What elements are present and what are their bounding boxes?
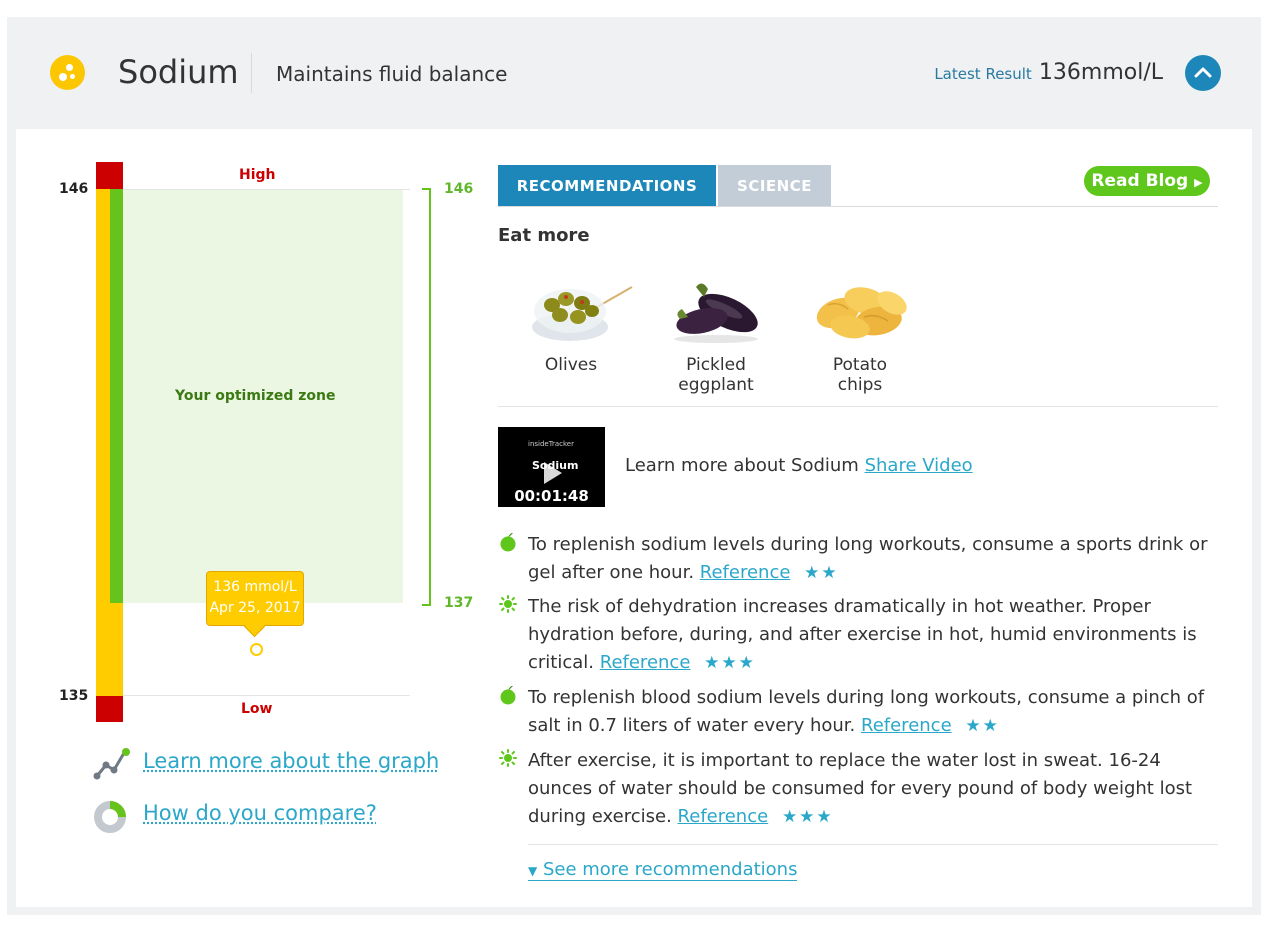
video-text: Learn more about Sodium xyxy=(625,455,859,476)
zone-label: Your optimized zone xyxy=(175,388,336,404)
reference-link[interactable]: Reference xyxy=(600,652,691,673)
eat-more-heading: Eat more xyxy=(498,225,590,246)
collapse-button[interactable] xyxy=(1185,55,1221,91)
reference-link[interactable]: Reference xyxy=(700,562,791,583)
reference-link[interactable]: Reference xyxy=(861,715,952,736)
latest-result-value: 136mmol/L xyxy=(1038,60,1163,85)
zone-upper-value: 146 xyxy=(444,181,474,197)
food-label: Pickled eggplant xyxy=(678,355,754,395)
recommendation-item: To replenish blood sodium levels during … xyxy=(528,684,1220,740)
read-blog-button[interactable]: Read Blog ▶ xyxy=(1084,166,1210,196)
compare-link[interactable]: How do you compare? xyxy=(143,801,377,825)
result-marker[interactable] xyxy=(250,643,263,656)
biomarker-title: Sodium xyxy=(118,53,239,91)
see-more-label: See more recommendations xyxy=(542,859,798,880)
latest-result: Latest Result 136mmol/L xyxy=(934,60,1163,85)
optimized-range-bar xyxy=(110,189,123,603)
food-item-potato-chips: Potato chips xyxy=(808,275,912,395)
see-more-recommendations[interactable]: ▼ See more recommendations xyxy=(528,859,798,881)
axis-max: 146 xyxy=(59,181,89,197)
potato-chips-image xyxy=(816,287,907,339)
apple-icon xyxy=(500,685,516,705)
low-range-bar xyxy=(96,696,123,722)
recommendations-divider xyxy=(528,844,1218,845)
tabs-divider xyxy=(498,206,1218,207)
read-blog-label: Read Blog xyxy=(1091,171,1189,191)
share-video-link[interactable]: Share Video xyxy=(865,455,973,476)
axis-min: 135 xyxy=(59,688,89,704)
play-icon xyxy=(544,462,562,484)
sun-icon xyxy=(499,749,517,767)
food-label: Olives xyxy=(544,355,598,375)
header-divider xyxy=(251,53,252,93)
rating-stars: ★★★ xyxy=(704,653,756,673)
food-item-olives: Olives xyxy=(530,275,633,375)
low-label: Low xyxy=(241,701,273,717)
video-description: Learn more about Sodium Share Video xyxy=(625,455,973,476)
video-thumbnail[interactable]: insideTracker Sodium 00:01:48 xyxy=(498,427,605,507)
rating-stars: ★★★ xyxy=(781,807,834,827)
triangle-down-icon: ▼ xyxy=(528,864,538,878)
sun-icon xyxy=(499,595,517,613)
high-range-bar xyxy=(96,162,123,189)
olives-image xyxy=(532,286,633,341)
zone-lower-value: 137 xyxy=(444,595,474,611)
zone-bracket xyxy=(422,188,431,606)
biomarker-header[interactable]: Sodium Maintains fluid balance Latest Re… xyxy=(7,17,1261,129)
reference-link[interactable]: Reference xyxy=(678,806,769,827)
eggplant-image xyxy=(674,283,758,343)
sodium-icon xyxy=(50,55,85,90)
recommendation-item: The risk of dehydration increases dramat… xyxy=(528,593,1220,677)
biomarker-subtitle: Maintains fluid balance xyxy=(276,62,508,86)
play-arrow-icon: ▶ xyxy=(1194,176,1203,189)
bottom-gridline xyxy=(123,695,410,696)
result-value: 136 mmol/L xyxy=(213,579,297,595)
food-label: Potato chips xyxy=(832,355,888,395)
video-brand: insideTracker xyxy=(528,440,574,448)
latest-result-label: Latest Result xyxy=(934,65,1032,83)
tab-science[interactable]: SCIENCE xyxy=(718,165,831,207)
food-item-eggplant: Pickled eggplant xyxy=(649,275,783,395)
result-date: Apr 25, 2017 xyxy=(209,600,301,616)
chevron-up-icon xyxy=(1194,67,1212,78)
recommendation-text: To replenish sodium levels during long w… xyxy=(528,534,1208,583)
tab-recommendations[interactable]: RECOMMENDATIONS xyxy=(498,165,716,207)
trend-graph-icon xyxy=(93,748,130,780)
high-label: High xyxy=(239,167,276,183)
video-duration: 00:01:48 xyxy=(514,487,589,505)
learn-graph-link[interactable]: Learn more about the graph xyxy=(143,749,439,773)
section-divider xyxy=(498,406,1218,407)
recommendation-item: After exercise, it is important to repla… xyxy=(528,747,1220,831)
recommendation-text: After exercise, it is important to repla… xyxy=(528,750,1193,827)
result-tooltip: 136 mmol/L Apr 25, 2017 xyxy=(206,571,304,626)
apple-icon xyxy=(500,532,516,552)
recommendation-item: To replenish sodium levels during long w… xyxy=(528,531,1220,587)
top-gridline xyxy=(123,189,410,190)
rating-stars: ★★ xyxy=(804,563,839,583)
rating-stars: ★★ xyxy=(965,716,1000,736)
compare-donut-icon xyxy=(94,801,126,833)
